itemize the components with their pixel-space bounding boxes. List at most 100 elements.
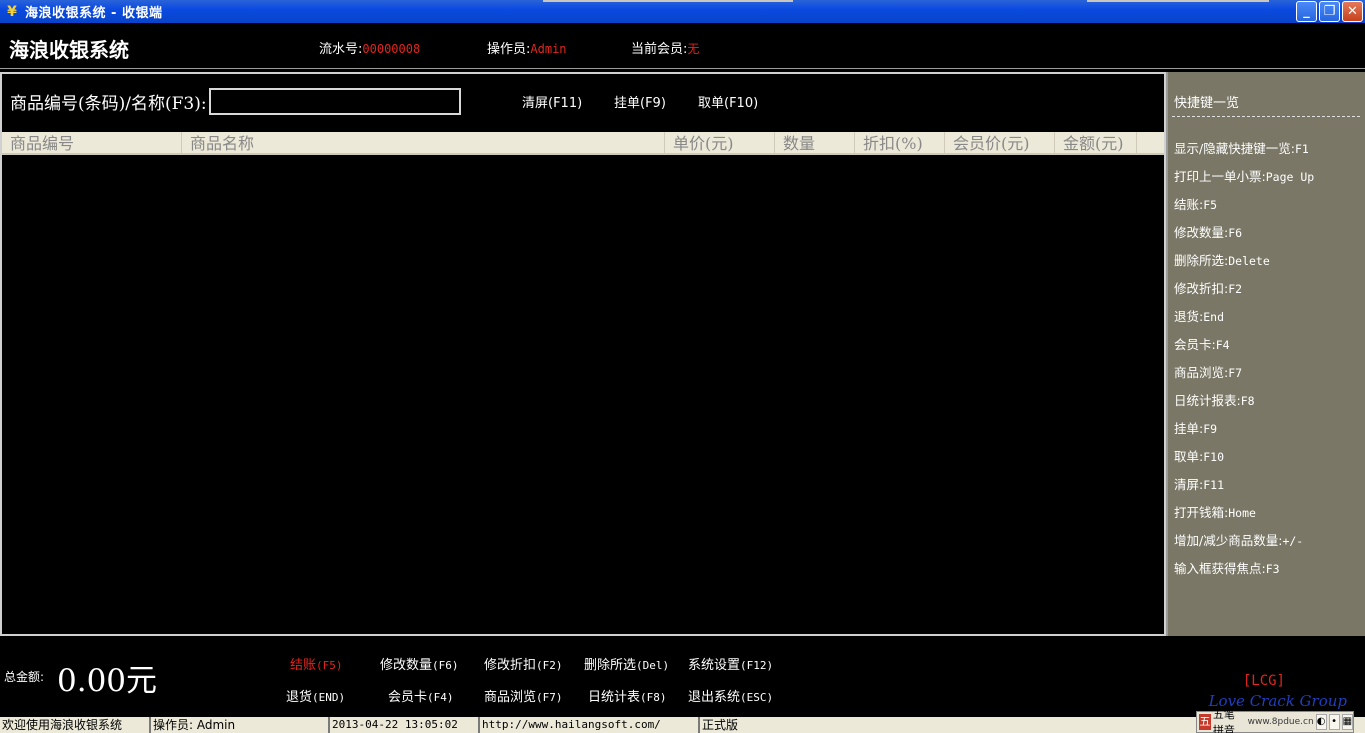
button-label: 会员卡	[388, 690, 428, 705]
button-key: (Del)	[636, 659, 670, 672]
shortcut-item: 打开钱箱:Home	[1174, 502, 1314, 530]
column-header-quantity[interactable]: 数量	[775, 132, 855, 153]
button-label: 结账	[290, 658, 317, 673]
retrieve-order-button[interactable]: 取单(F10)	[698, 92, 758, 111]
shortcut-item: 日统计报表:F8	[1174, 390, 1314, 418]
button-label: 退出系统	[688, 690, 741, 705]
button-label: 退货	[286, 690, 313, 705]
shortcut-key: F1	[1294, 142, 1309, 156]
delete-selected-button[interactable]: 删除所选(Del)	[584, 654, 669, 673]
ime-moon-icon[interactable]: ◐	[1315, 714, 1327, 730]
shortcut-label: 删除所选:	[1174, 253, 1229, 268]
product-grid-body[interactable]	[2, 157, 1164, 634]
app-icon: ¥	[7, 3, 17, 20]
minimize-icon[interactable]: _	[1296, 1, 1317, 22]
shortcut-panel: 快捷键一览 显示/隐藏快捷键一览:F1 打印上一单小票:Page Up 结账:F…	[1166, 72, 1365, 636]
shortcut-item: 会员卡:F4	[1174, 334, 1314, 362]
shortcut-label: 打开钱箱:	[1174, 505, 1229, 520]
button-label: 修改折扣	[484, 658, 537, 673]
product-search-input[interactable]	[208, 88, 461, 115]
column-header-code[interactable]: 商品编号	[2, 132, 182, 153]
member-card-button[interactable]: 会员卡(F4)	[388, 686, 454, 705]
ime-punctuation-icon[interactable]: •	[1328, 714, 1340, 730]
shortcut-item: 打印上一单小票:Page Up	[1174, 166, 1314, 194]
shortcut-item: 挂单:F9	[1174, 418, 1314, 446]
status-operator: 操作员: Admin	[151, 717, 330, 733]
shortcut-item: 取单:F10	[1174, 446, 1314, 474]
shortcut-key: End	[1203, 310, 1224, 324]
shortcut-key: F6	[1228, 226, 1243, 240]
column-header-discount[interactable]: 折扣(%)	[855, 132, 945, 153]
status-welcome: 欢迎使用海浪收银系统	[0, 717, 151, 733]
clear-screen-button[interactable]: 清屏(F11)	[522, 92, 582, 111]
total-amount: 0.00元	[57, 663, 158, 699]
button-key: (F2)	[536, 659, 563, 672]
serial-label: 流水号:	[319, 42, 363, 57]
bottom-panel: 总金额: 0.00元 结账(F5) 修改数量(F6) 修改折扣(F2) 删除所选…	[0, 637, 1365, 717]
column-header-price[interactable]: 单价(元)	[665, 132, 775, 153]
shortcut-label: 显示/隐藏快捷键一览:	[1174, 141, 1295, 156]
shortcut-key: F9	[1203, 422, 1218, 436]
window-title: 海浪收银系统 - 收银端	[25, 6, 163, 21]
shortcut-item: 退货:End	[1174, 306, 1314, 334]
system-settings-button[interactable]: 系统设置(F12)	[688, 654, 773, 673]
serial-value: 00000008	[362, 42, 421, 56]
browse-products-button[interactable]: 商品浏览(F7)	[484, 686, 563, 705]
shortcut-label: 取单:	[1174, 449, 1204, 464]
shortcut-key: F7	[1228, 366, 1243, 380]
total-label: 总金额:	[4, 670, 45, 684]
member-value: 无	[687, 42, 700, 56]
app-header: 海浪收银系统 流水号:00000008 操作员:Admin 当前会员:无	[0, 23, 1365, 69]
shortcut-key: Home	[1228, 506, 1256, 520]
shortcut-label: 打印上一单小票:	[1174, 169, 1266, 184]
operator-info: 操作员:Admin	[487, 38, 567, 57]
search-label: 商品编号(条码)/名称(F3):	[10, 94, 207, 114]
shortcut-item: 清屏:F11	[1174, 474, 1314, 502]
status-bar: 欢迎使用海浪收银系统 操作员: Admin 2013-04-22 13:05:0…	[0, 717, 1365, 733]
button-label: 修改数量	[380, 658, 433, 673]
shortcut-label: 增加/减少商品数量:	[1174, 533, 1283, 548]
shortcut-panel-title: 快捷键一览	[1174, 96, 1240, 111]
button-key: (F7)	[536, 691, 563, 704]
column-header-name[interactable]: 商品名称	[182, 132, 665, 153]
ime-toolbar[interactable]: 五 五笔拼音 www.8pdue.cn ◐ • ▦	[1196, 708, 1354, 733]
daily-report-button[interactable]: 日统计表(F8)	[588, 686, 667, 705]
shortcut-key: F3	[1265, 562, 1280, 576]
shortcut-list: 显示/隐藏快捷键一览:F1 打印上一单小票:Page Up 结账:F5 修改数量…	[1174, 138, 1314, 586]
button-label: 商品浏览	[484, 690, 537, 705]
button-key: (F8)	[640, 691, 667, 704]
modify-discount-button[interactable]: 修改折扣(F2)	[484, 654, 563, 673]
shortcut-label: 输入框获得焦点:	[1174, 561, 1266, 576]
serial-number: 流水号:00000008	[319, 38, 420, 57]
title-bar-strip	[543, 0, 793, 2]
close-icon[interactable]: ✕	[1342, 1, 1363, 22]
shortcut-label: 退货:	[1174, 309, 1204, 324]
checkout-button[interactable]: 结账(F5)	[290, 654, 343, 673]
maximize-icon[interactable]: ❐	[1319, 1, 1340, 22]
shortcut-key: F8	[1240, 394, 1255, 408]
shortcut-label: 结账:	[1174, 197, 1204, 212]
shortcut-label: 挂单:	[1174, 421, 1204, 436]
hold-order-button[interactable]: 挂单(F9)	[614, 92, 666, 111]
modify-quantity-button[interactable]: 修改数量(F6)	[380, 654, 459, 673]
column-header-member-price[interactable]: 会员价(元)	[945, 132, 1055, 153]
member-label: 当前会员:	[631, 42, 688, 57]
column-header-amount[interactable]: 金额(元)	[1055, 132, 1137, 153]
search-row: 商品编号(条码)/名称(F3):	[10, 88, 461, 115]
status-url: http://www.hailangsoft.com/	[480, 717, 700, 733]
shortcut-label: 修改数量:	[1174, 225, 1229, 240]
shortcut-item: 删除所选:Delete	[1174, 250, 1314, 278]
button-key: (ESC)	[740, 691, 774, 704]
exit-system-button[interactable]: 退出系统(ESC)	[688, 686, 773, 705]
button-label: 日统计表	[588, 690, 641, 705]
return-button[interactable]: 退货(END)	[286, 686, 345, 705]
button-key: (END)	[312, 691, 346, 704]
ime-extra: www.8pdue.cn	[1247, 717, 1314, 727]
shortcut-label: 修改折扣:	[1174, 281, 1229, 296]
ime-keyboard-icon[interactable]: ▦	[1341, 714, 1354, 730]
status-edition: 正式版	[702, 718, 739, 732]
operator-label: 操作员:	[487, 42, 531, 57]
button-key: (F12)	[740, 659, 774, 672]
grid-header: 商品编号 商品名称 单价(元) 数量 折扣(%) 会员价(元) 金额(元)	[2, 132, 1164, 155]
watermark-lcg: [LCG]	[1242, 673, 1285, 689]
